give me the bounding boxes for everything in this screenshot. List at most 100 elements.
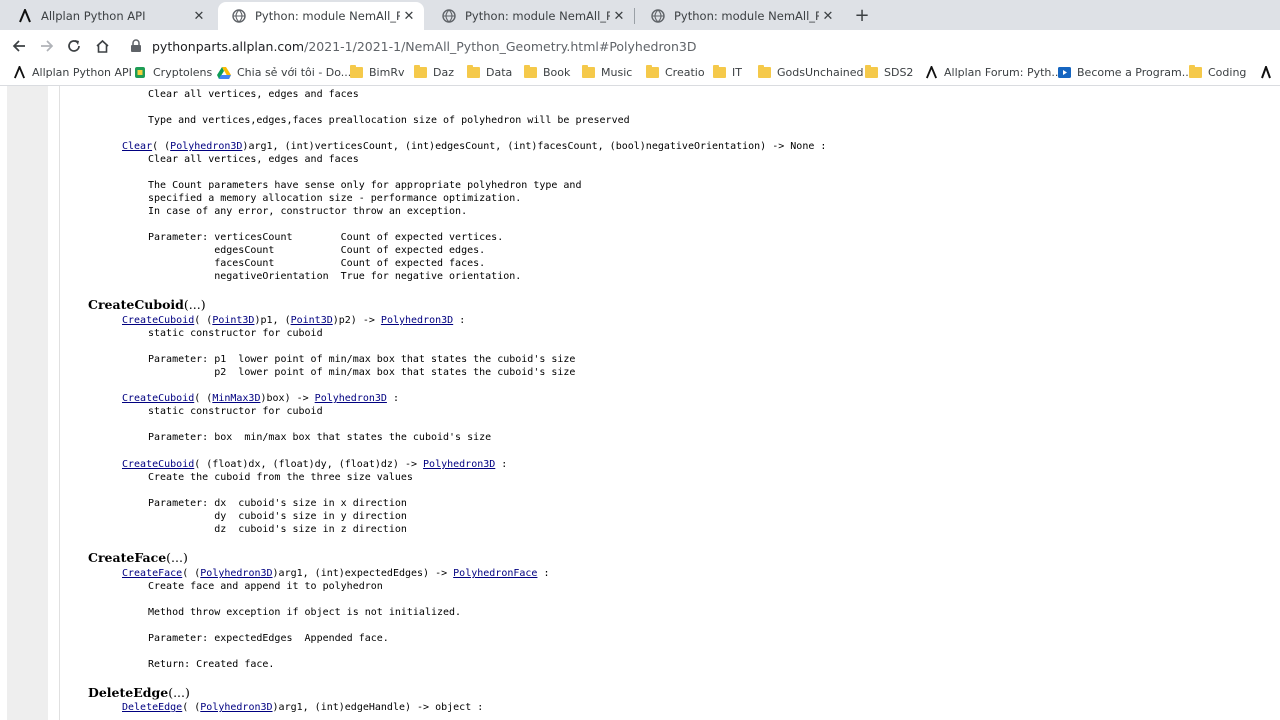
param-line: Parameter: dx cuboid's size in x directi…: [148, 498, 407, 509]
link-createcuboid[interactable]: CreateCuboid: [122, 315, 194, 326]
bookmark-godsunchained[interactable]: GodsUnchained: [757, 65, 864, 79]
param-line: edgesCount Count of expected edges.: [148, 245, 486, 256]
link-createface[interactable]: CreateFace: [122, 568, 182, 579]
globe-icon: [442, 9, 456, 23]
bookmark-music[interactable]: Music: [581, 65, 632, 79]
doc-line: Type and vertices,edges,faces preallocat…: [148, 115, 630, 126]
folder-icon: [1188, 65, 1202, 79]
bookmark-cryptolens[interactable]: Cryptolens: [133, 66, 212, 79]
method-title-deleteedge: DeleteEdge(...): [88, 685, 190, 700]
back-arrow-icon[interactable]: [8, 35, 30, 57]
bookmark-coding[interactable]: Coding: [1188, 65, 1247, 79]
doc-line: static constructor for cuboid: [148, 328, 323, 339]
param-line: Parameter: expectedEdges Appended face.: [148, 633, 389, 644]
forward-arrow-icon[interactable]: [36, 35, 58, 57]
bookmark-become-a-programmer[interactable]: Become a Program...: [1057, 66, 1192, 79]
allplan-logo-icon: [924, 66, 938, 79]
bookmark-label: Become a Program...: [1077, 66, 1193, 79]
bookmark-label: Allplan Python API: [32, 66, 132, 79]
allplan-logo-icon: [18, 9, 32, 23]
link-polyhedron3d[interactable]: Polyhedron3D: [200, 702, 272, 713]
bookmark-label: Coding: [1208, 66, 1247, 79]
param-line: p2 lower point of min/max box that state…: [148, 367, 576, 378]
bookmark-creatio[interactable]: Creatio: [645, 65, 705, 79]
bookmark-label: GodsUnchained: [777, 66, 864, 79]
bookmark-data[interactable]: Data: [466, 65, 512, 79]
link-polyhedron3d[interactable]: Polyhedron3D: [170, 141, 242, 152]
cryptolens-icon: [133, 66, 147, 79]
bookmark-label: SDS2: [884, 66, 914, 79]
link-createcuboid[interactable]: CreateCuboid: [122, 393, 194, 404]
bookmark-daz[interactable]: Daz: [413, 65, 454, 79]
method-title-createface: CreateFace(...): [88, 550, 188, 565]
link-polyhedronface[interactable]: PolyhedronFace: [453, 568, 537, 579]
param-line: facesCount Count of expected faces.: [148, 258, 486, 269]
bookmark-label: Creatio: [665, 66, 705, 79]
tab-separator: [634, 8, 635, 24]
bookmark-book[interactable]: Book: [523, 65, 571, 79]
signature-createcuboid-points: CreateCuboid( (Point3D)p1, (Point3D)p2) …: [122, 315, 466, 326]
tab-python-module-3[interactable]: Python: module NemAll_Python_ ✕: [637, 2, 843, 30]
param-line: Parameter: p1 lower point of min/max box…: [148, 354, 576, 365]
doc-line: In case of any error, constructor throw …: [148, 206, 468, 217]
bookmark-allplan-forum[interactable]: Allplan Forum: Pyth...: [924, 66, 1062, 79]
link-polyhedron3d[interactable]: Polyhedron3D: [315, 393, 387, 404]
reload-icon[interactable]: [63, 35, 85, 57]
doc-line: Method throw exception if object is not …: [148, 607, 462, 618]
more-bookmarks-icon[interactable]: [1259, 66, 1279, 79]
link-clear[interactable]: Clear: [122, 141, 152, 152]
tab-allplan-python-api[interactable]: Allplan Python API ✕: [4, 2, 214, 30]
frame-border: [59, 86, 60, 720]
tab-title: Python: module NemAll_Python_: [674, 9, 819, 23]
link-polyhedron3d[interactable]: Polyhedron3D: [200, 568, 272, 579]
doc-line: Create the cuboid from the three size va…: [148, 472, 413, 483]
doc-line: Return: Created face.: [148, 659, 275, 670]
bookmark-sds2[interactable]: SDS2: [864, 65, 914, 79]
link-polyhedron3d[interactable]: Polyhedron3D: [381, 315, 453, 326]
folder-icon: [712, 65, 726, 79]
param-line: Parameter: verticesCount Count of expect…: [148, 232, 504, 243]
globe-icon: [232, 9, 246, 23]
tab-strip: Allplan Python API ✕ Python: module NemA…: [0, 0, 1280, 30]
link-point3d[interactable]: Point3D: [212, 315, 254, 326]
close-icon[interactable]: ✕: [400, 7, 418, 25]
doc-line: Clear all vertices, edges and faces: [148, 154, 359, 165]
folder-icon: [466, 65, 480, 79]
param-line: Parameter: box min/max box that states t…: [148, 432, 492, 443]
bookmark-label: BimRv: [369, 66, 405, 79]
address-bar[interactable]: pythonparts.allplan.com/2021-1/2021-1/Ne…: [118, 33, 1274, 59]
bookmarks-bar: Allplan Python API Cryptolens Chia sẻ vớ…: [0, 61, 1280, 86]
link-polyhedron3d[interactable]: Polyhedron3D: [423, 459, 495, 470]
allplan-logo-icon: [12, 66, 26, 79]
close-icon[interactable]: ✕: [610, 7, 628, 25]
doc-line: specified a memory allocation size - per…: [148, 193, 522, 204]
tab-python-module-active[interactable]: Python: module NemAll_Python_ ✕: [218, 2, 424, 30]
new-tab-icon[interactable]: +: [852, 5, 872, 26]
bookmark-label: Book: [543, 66, 571, 79]
folder-icon: [757, 65, 771, 79]
folder-icon: [349, 65, 363, 79]
link-deleteedge[interactable]: DeleteEdge: [122, 702, 182, 713]
bookmark-label: IT: [732, 66, 742, 79]
folder-icon: [581, 65, 595, 79]
signature-deleteedge: DeleteEdge( (Polyhedron3D)arg1, (int)edg…: [122, 702, 484, 713]
tab-python-module-2[interactable]: Python: module NemAll_Python_ ✕: [428, 2, 634, 30]
close-icon[interactable]: ✕: [819, 7, 837, 25]
bookmark-it[interactable]: IT: [712, 65, 742, 79]
doc-line: Create face and append it to polyhedron: [148, 581, 383, 592]
folder-icon: [413, 65, 427, 79]
url-text: pythonparts.allplan.com/2021-1/2021-1/Ne…: [152, 38, 697, 54]
bookmark-bimrv[interactable]: BimRv: [349, 65, 405, 79]
folder-icon: [645, 65, 659, 79]
page-content: Clear all vertices, edges and faces Type…: [0, 86, 1280, 720]
link-createcuboid[interactable]: CreateCuboid: [122, 459, 194, 470]
lock-icon[interactable]: [130, 39, 144, 53]
bookmark-allplan-python-api[interactable]: Allplan Python API: [12, 66, 132, 79]
link-minmax3d[interactable]: MinMax3D: [212, 393, 260, 404]
video-icon: [1057, 66, 1071, 79]
home-icon[interactable]: [91, 35, 113, 57]
link-point3d[interactable]: Point3D: [291, 315, 333, 326]
bookmark-google-drive[interactable]: Chia sẻ với tôi - Do...: [217, 66, 351, 79]
close-icon[interactable]: ✕: [190, 7, 208, 25]
param-line: dy cuboid's size in y direction: [148, 511, 407, 522]
